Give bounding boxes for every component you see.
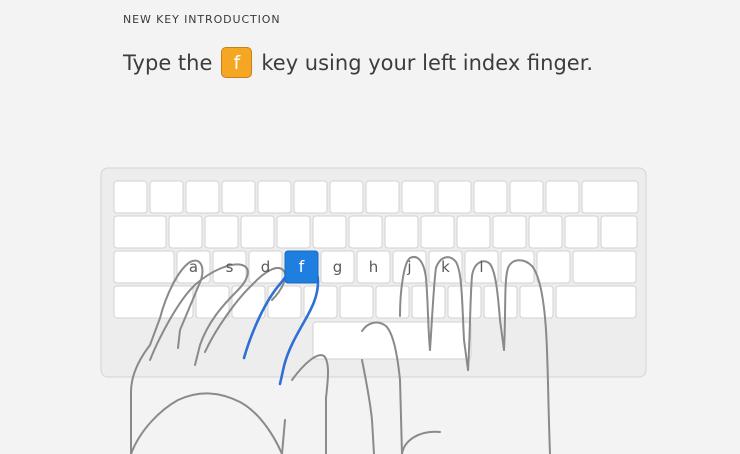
key xyxy=(545,180,580,214)
key xyxy=(339,285,374,319)
key-label-k: k xyxy=(441,258,450,276)
key xyxy=(492,215,527,249)
key xyxy=(509,180,544,214)
key-caps xyxy=(113,250,175,284)
key-label-g: g xyxy=(333,258,343,276)
key xyxy=(401,180,436,214)
key xyxy=(221,180,256,214)
key-label-s: s xyxy=(226,258,234,276)
key xyxy=(195,285,230,319)
keyboard-hands-svg: asdfghjkl xyxy=(100,167,647,454)
key xyxy=(600,215,638,249)
key-label-a: a xyxy=(189,258,198,276)
key xyxy=(257,180,292,214)
key-enter xyxy=(572,250,637,284)
key xyxy=(312,215,347,249)
key xyxy=(329,180,364,214)
key xyxy=(113,180,148,214)
key xyxy=(483,285,518,319)
key xyxy=(384,215,419,249)
key xyxy=(456,215,491,249)
key xyxy=(149,180,184,214)
key xyxy=(447,285,482,319)
key xyxy=(420,215,455,249)
key xyxy=(293,180,328,214)
key xyxy=(240,215,275,249)
key xyxy=(276,215,311,249)
key xyxy=(564,215,599,249)
key xyxy=(185,180,220,214)
active-key-label: f xyxy=(299,257,305,276)
key xyxy=(528,215,563,249)
key-label-d: d xyxy=(261,258,271,276)
key-backspace xyxy=(581,180,639,214)
key xyxy=(168,215,203,249)
key-tab xyxy=(113,215,167,249)
key xyxy=(437,180,472,214)
key-label-l: l xyxy=(479,258,483,276)
keyboard-illustration: asdfghjkl xyxy=(0,0,740,454)
key xyxy=(204,215,239,249)
key xyxy=(348,215,383,249)
key xyxy=(536,250,571,284)
key xyxy=(519,285,554,319)
key xyxy=(473,180,508,214)
key xyxy=(365,180,400,214)
key xyxy=(267,285,302,319)
key-shift-right xyxy=(555,285,637,319)
key-label-h: h xyxy=(369,258,379,276)
key-spacebar xyxy=(312,321,472,360)
key-label-j: j xyxy=(406,258,411,276)
key xyxy=(375,285,410,319)
